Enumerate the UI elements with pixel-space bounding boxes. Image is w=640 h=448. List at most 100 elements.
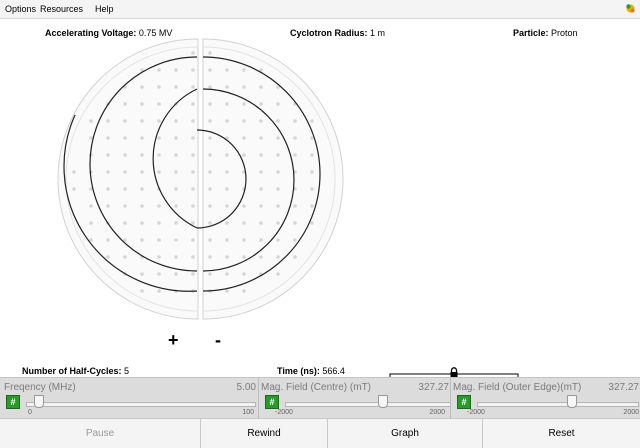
field-dot: [140, 136, 144, 140]
outer-field-entry-button[interactable]: #: [457, 395, 471, 409]
outer-field-slider-track[interactable]: [477, 402, 639, 407]
field-dot: [259, 255, 263, 259]
field-dot: [140, 153, 144, 157]
field-dot: [123, 153, 127, 157]
field-dot: [225, 187, 229, 191]
field-dot: [293, 221, 297, 225]
field-dot: [140, 187, 144, 191]
field-dot: [89, 119, 93, 123]
frequency-label: Freqency (MHz): [4, 382, 76, 393]
field-dot: [310, 153, 314, 157]
field-dot: [208, 51, 212, 55]
field-dot: [242, 68, 246, 72]
field-dot: [242, 204, 246, 208]
centre-field-slider-track[interactable]: [285, 402, 451, 407]
field-dot: [225, 119, 229, 123]
right-dee: [202, 38, 344, 320]
left-dee: [57, 38, 199, 320]
outer-field-max: 2000: [623, 409, 639, 416]
field-dot: [191, 102, 195, 106]
rewind-button[interactable]: Rewind: [201, 419, 328, 448]
field-dot: [225, 272, 229, 276]
field-dot: [259, 221, 263, 225]
frequency-entry-button[interactable]: #: [6, 395, 20, 409]
centre-field-label: Mag. Field (Centre) (mT): [261, 382, 372, 393]
field-dot: [123, 204, 127, 208]
field-dot: [276, 272, 280, 276]
field-dot: [276, 187, 280, 191]
outer-field-label: Mag. Field (Outer Edge)(mT): [453, 382, 582, 393]
graph-button[interactable]: Graph: [328, 419, 483, 448]
field-dot: [259, 187, 263, 191]
field-dot: [259, 136, 263, 140]
field-dot: [123, 221, 127, 225]
field-dot: [106, 204, 110, 208]
field-dot: [174, 204, 178, 208]
frequency-max: 100: [242, 409, 254, 416]
field-dot: [157, 85, 161, 89]
field-dot: [225, 221, 229, 225]
frequency-slider-thumb[interactable]: [33, 395, 44, 408]
field-dot: [106, 136, 110, 140]
frequency-min: 0: [28, 409, 32, 416]
field-dot: [89, 204, 93, 208]
field-dot: [174, 170, 178, 174]
field-dot: [276, 153, 280, 157]
field-dot: [225, 255, 229, 259]
field-dot: [191, 153, 195, 157]
field-dot: [225, 102, 229, 106]
field-dot: [157, 289, 161, 293]
field-dot: [259, 204, 263, 208]
field-dot: [140, 102, 144, 106]
reset-button[interactable]: Reset: [483, 419, 640, 448]
field-dot: [174, 85, 178, 89]
field-dot: [293, 255, 297, 259]
field-dot: [89, 221, 93, 225]
centre-field-entry-button[interactable]: #: [265, 395, 279, 409]
field-dot: [140, 204, 144, 208]
frequency-slider-track[interactable]: [26, 402, 256, 407]
field-dot: [208, 221, 212, 225]
field-dot: [242, 221, 246, 225]
halfcycles-label: Number of Half-Cycles:: [22, 366, 122, 376]
field-dot: [208, 187, 212, 191]
field-dot: [208, 153, 212, 157]
field-dot: [242, 238, 246, 242]
field-dot: [293, 136, 297, 140]
outer-field-slider-thumb[interactable]: [567, 395, 578, 408]
field-dot: [191, 187, 195, 191]
field-dot: [174, 119, 178, 123]
field-dot: [174, 255, 178, 259]
field-dot: [276, 102, 280, 106]
field-dot: [276, 136, 280, 140]
field-dot: [157, 119, 161, 123]
field-dot: [191, 221, 195, 225]
field-dot: [157, 272, 161, 276]
field-dot: [191, 238, 195, 242]
field-dot: [208, 119, 212, 123]
field-dot: [106, 238, 110, 242]
outer-field-value: 327.27: [608, 382, 639, 393]
field-dot: [140, 272, 144, 276]
field-dot: [191, 255, 195, 259]
field-dot: [242, 85, 246, 89]
field-dot: [140, 289, 144, 293]
field-dot: [276, 255, 280, 259]
time-label: Time (ns):: [277, 366, 320, 376]
pause-button[interactable]: Pause: [0, 419, 201, 448]
field-dot: [191, 119, 195, 123]
control-panel: Freqency (MHz) 5.00 # 0 100 Mag. Field (…: [0, 377, 640, 419]
field-dot: [191, 204, 195, 208]
field-dot: [157, 170, 161, 174]
centre-field-min: -2000: [275, 409, 293, 416]
field-dot: [157, 153, 161, 157]
field-dot: [225, 289, 229, 293]
field-dot: [208, 170, 212, 174]
field-dot: [242, 289, 246, 293]
field-dot: [123, 119, 127, 123]
centre-field-slider-thumb[interactable]: [377, 395, 388, 408]
positive-electrode-sign: +: [168, 330, 179, 350]
field-dot: [242, 153, 246, 157]
field-dot: [259, 85, 263, 89]
field-dot: [293, 119, 297, 123]
